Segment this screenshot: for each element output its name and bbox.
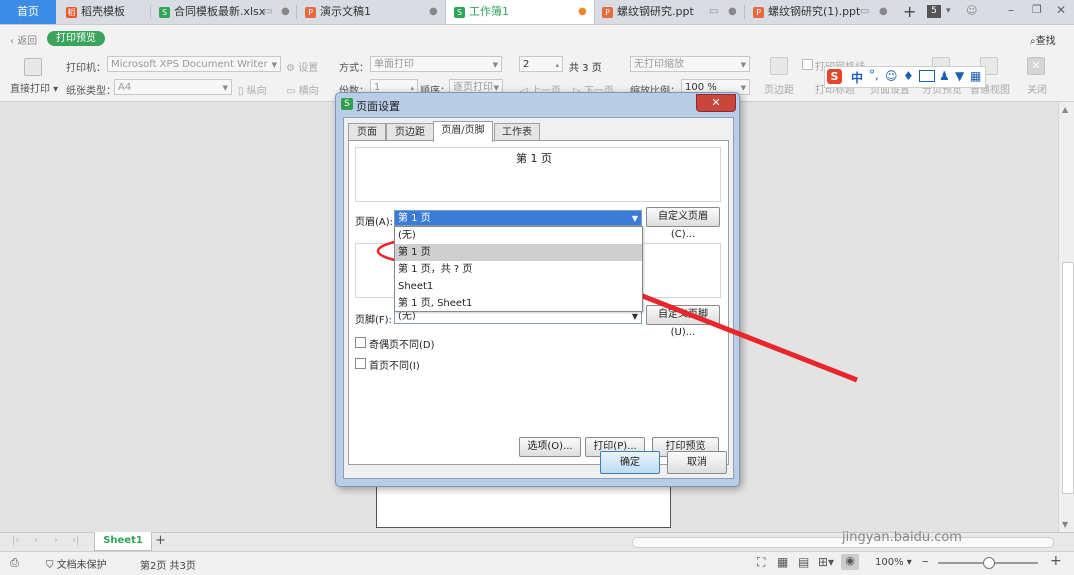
baidu-watermark-url: jingyan.baidu.com — [842, 530, 962, 545]
dropdown-item-page-sheet1[interactable]: 第 1 页, Sheet1 — [395, 295, 642, 312]
tab-header-footer[interactable]: 页眉/页脚 — [433, 121, 493, 142]
dropdown-item-page-of-total[interactable]: 第 1 页，共 ? 页 — [395, 261, 642, 278]
dropdown-item-page-1[interactable]: 第 1 页 — [395, 244, 642, 261]
dropdown-item-none[interactable]: (无) — [395, 227, 642, 244]
dropdown-item-sheet1[interactable]: Sheet1 — [395, 278, 642, 295]
annotation-arrow-shaft — [621, 285, 858, 383]
header-dropdown-list: (无) 第 1 页 第 1 页，共 ? 页 Sheet1 第 1 页, Shee… — [394, 226, 643, 312]
